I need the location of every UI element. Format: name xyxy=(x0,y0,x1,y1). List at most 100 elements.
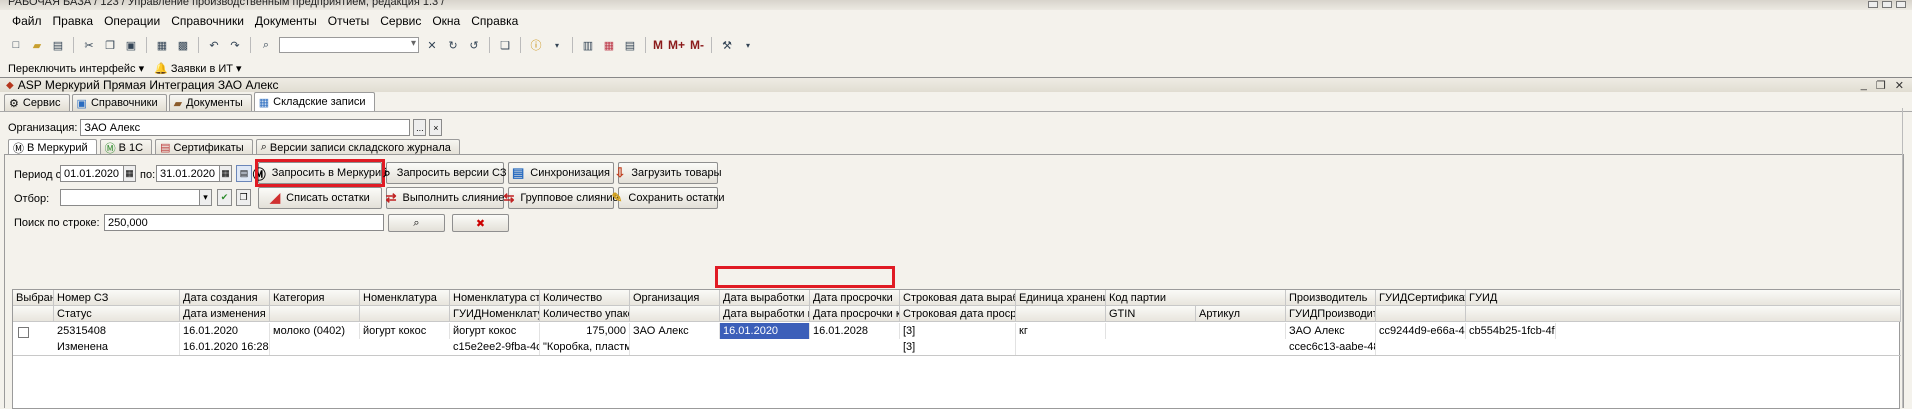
menu-operations[interactable]: Операции xyxy=(104,14,160,28)
table-cell[interactable]: 25315408 xyxy=(54,323,180,339)
clear-icon[interactable]: ✕ xyxy=(424,37,440,53)
column-header[interactable]: Количество xyxy=(540,290,630,306)
column-header[interactable]: ГУИДПроизводит... xyxy=(1286,306,1376,322)
column-header[interactable]: Статус xyxy=(54,306,180,322)
column-header[interactable]: ГУИД xyxy=(1466,290,1901,306)
column-header[interactable]: Организация xyxy=(630,290,720,306)
tab-warehouse-records[interactable]: ▦ Складские записи xyxy=(253,92,375,111)
menu-references[interactable]: Справочники xyxy=(171,14,244,28)
column-header[interactable]: Дата просрочки к... xyxy=(810,306,900,322)
menu-windows[interactable]: Окна xyxy=(432,14,460,28)
table-icon[interactable]: ▤ xyxy=(622,37,638,53)
table-cell[interactable]: молоко (0402) xyxy=(270,323,360,339)
organization-select-button[interactable]: ... xyxy=(413,119,427,136)
column-header[interactable]: Единица хранения xyxy=(1016,290,1106,306)
organization-field[interactable]: ЗАО Алекс xyxy=(80,119,411,136)
organization-clear-button[interactable]: × xyxy=(429,119,443,136)
filter-field[interactable] xyxy=(60,189,200,206)
request-versions-button[interactable]: ⌕ Запросить версии СЗ xyxy=(384,162,507,184)
column-header[interactable]: ГУИДСертификата xyxy=(1376,290,1466,306)
table-cell[interactable]: йогурт кокос xyxy=(450,323,540,339)
column-header[interactable] xyxy=(13,306,54,322)
subtab-certificates[interactable]: ▤ Сертификаты xyxy=(155,139,253,155)
tab-service[interactable]: ⚙ Сервис xyxy=(4,94,70,111)
tab-references[interactable]: ▣ Справочники xyxy=(71,94,167,111)
print-icon[interactable]: ▦ xyxy=(154,37,170,53)
column-header[interactable]: Номенклатура ст... xyxy=(450,290,540,306)
write-off-button[interactable]: ◢ Списать остатки xyxy=(258,187,382,209)
column-header[interactable] xyxy=(360,306,450,322)
search-button[interactable]: ⌕ xyxy=(388,214,445,232)
table-cell[interactable]: cb554b25-1fcb-4f0... xyxy=(1466,323,1556,339)
search-icon[interactable]: ⌕ xyxy=(258,37,274,53)
subtab-journal-versions[interactable]: ⌕ Версии записи складского журнала xyxy=(255,139,460,155)
column-header[interactable] xyxy=(1016,306,1106,322)
column-header[interactable]: GTIN xyxy=(1106,306,1196,322)
search-combo[interactable] xyxy=(279,37,419,53)
tools-icon[interactable]: ⚒ xyxy=(719,37,735,53)
menu-documents[interactable]: Документы xyxy=(255,14,317,28)
table-cell[interactable]: 175,000 xyxy=(540,323,630,339)
restore-icon[interactable]: ❐ xyxy=(1876,79,1886,92)
row-select-checkbox[interactable] xyxy=(18,327,29,338)
column-header[interactable]: Дата выработки xyxy=(720,290,810,306)
column-header[interactable]: Код партии xyxy=(1106,290,1286,306)
memory-plus-button[interactable]: M+ xyxy=(668,38,685,52)
find-prev-icon[interactable]: ↺ xyxy=(466,37,482,53)
table-cell[interactable]: ЗАО Алекс xyxy=(630,323,720,339)
cut-icon[interactable]: ✂ xyxy=(81,37,97,53)
calendar-icon[interactable]: ▦ xyxy=(601,37,617,53)
minimize-icon[interactable]: _ xyxy=(1861,79,1867,92)
table-cell[interactable]: 16.01.2028 xyxy=(810,323,900,339)
clear-search-button[interactable]: ✖ xyxy=(452,214,509,232)
column-header[interactable]: Дата просрочки xyxy=(810,290,900,306)
it-requests-button[interactable]: 🔔 Заявки в ИТ ▾ xyxy=(154,62,241,75)
column-header[interactable]: Дата выработки к... xyxy=(720,306,810,322)
apply-filter-icon[interactable]: ✔ xyxy=(217,189,232,206)
save-rest-button[interactable]: ✎ Сохранить остатки xyxy=(611,187,725,209)
column-header[interactable]: Номенклатура xyxy=(360,290,450,306)
table-cell[interactable]: c15e2ee2-9fba-4c... xyxy=(450,339,540,355)
period-from-field[interactable]: 01.01.2020 xyxy=(60,165,124,182)
period-settings-icon[interactable]: ▤ xyxy=(236,165,252,182)
table-cell[interactable]: "Коробка, пластм... xyxy=(540,339,630,355)
save-icon[interactable]: ▤ xyxy=(50,37,66,53)
column-header[interactable] xyxy=(270,306,360,322)
load-goods-button[interactable]: ⇩ Загрузить товары xyxy=(614,162,722,184)
copy-icon[interactable]: ❐ xyxy=(102,37,118,53)
close-icon[interactable]: ✕ xyxy=(1895,79,1904,92)
redo-icon[interactable]: ↷ xyxy=(227,37,243,53)
column-header[interactable]: Дата создания xyxy=(180,290,270,306)
menu-file[interactable]: Файл xyxy=(12,14,42,28)
menu-help[interactable]: Справка xyxy=(471,14,518,28)
sync-button[interactable]: ▤ Синхронизация xyxy=(508,162,614,184)
table-cell[interactable]: йогурт кокос xyxy=(360,323,450,339)
column-header[interactable]: Дата изменения xyxy=(180,306,270,322)
search-input[interactable]: 250,000 xyxy=(104,214,384,231)
column-header[interactable]: Строковая дата выработ... xyxy=(900,290,1016,306)
table-cell[interactable]: ЗАО Алекс xyxy=(1286,323,1376,339)
minimize-button[interactable] xyxy=(1868,1,1878,8)
menu-edit[interactable]: Правка xyxy=(53,14,94,28)
table-cell[interactable]: cc9244d9-e66a-40... xyxy=(1376,323,1466,339)
window-icon[interactable]: ❏ xyxy=(497,37,513,53)
request-mercury-button[interactable]: Ⓜ Запросить в Меркурий xyxy=(253,162,387,184)
chevron-down-icon[interactable]: ▾ xyxy=(199,189,212,206)
column-header[interactable]: Номер СЗ xyxy=(54,290,180,306)
table-cell[interactable]: Изменена xyxy=(54,339,180,355)
chevron-down-icon[interactable]: ▾ xyxy=(549,37,565,53)
calendar-icon[interactable]: ▦ xyxy=(123,165,136,182)
switch-interface-button[interactable]: Переключить интерфейс ▾ xyxy=(8,62,144,75)
undo-icon[interactable]: ↶ xyxy=(206,37,222,53)
column-header[interactable]: Артикул xyxy=(1196,306,1286,322)
new-doc-icon[interactable]: □ xyxy=(8,37,24,53)
chevron-down-icon[interactable]: ▾ xyxy=(740,37,756,53)
column-header[interactable] xyxy=(1466,306,1901,322)
info-icon[interactable]: ⓘ xyxy=(528,37,544,53)
table-cell[interactable]: 16.01.2020 16:28:50 xyxy=(180,339,270,355)
close-button[interactable] xyxy=(1896,1,1906,8)
table-cell[interactable]: 16.01.2020 xyxy=(180,323,270,339)
subtab-to-1c[interactable]: Ⓜ В 1С xyxy=(99,139,153,155)
memory-minus-button[interactable]: M- xyxy=(690,38,704,52)
column-header[interactable]: Выбран xyxy=(13,290,54,306)
